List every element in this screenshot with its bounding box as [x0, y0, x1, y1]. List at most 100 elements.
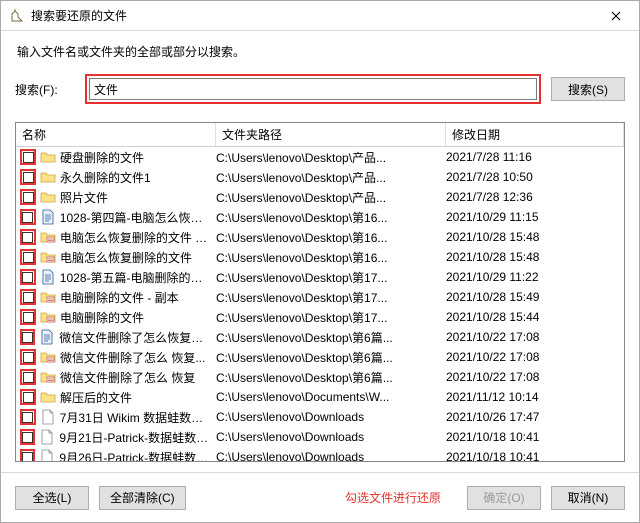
row-checkbox[interactable]	[22, 452, 33, 462]
cell-name: 照片文件	[16, 189, 216, 206]
row-checkbox-highlight	[20, 249, 36, 265]
cell-path: C:\Users\lenovo\Downloads	[216, 410, 446, 424]
cell-date: 2021/11/12 10:14	[446, 390, 624, 404]
row-checkbox-highlight	[20, 149, 36, 165]
table-row[interactable]: 微信文件删除了怎么恢复，2...C:\Users\lenovo\Desktop\…	[16, 327, 624, 347]
row-checkbox[interactable]	[23, 252, 34, 263]
table-row[interactable]: 照片文件 C:\Users\lenovo\Desktop\产品...2021/7/…	[16, 187, 624, 207]
row-checkbox-highlight	[20, 349, 36, 365]
file-name: 电脑怎么恢复删除的文件 - ...	[60, 229, 210, 246]
file-icon	[39, 449, 55, 461]
cell-date: 2021/10/26 17:47	[446, 410, 624, 424]
row-checkbox[interactable]	[23, 172, 34, 183]
row-checkbox[interactable]	[23, 372, 34, 383]
clear-all-button[interactable]: 全部清除(C)	[99, 486, 186, 510]
search-input[interactable]	[89, 78, 537, 100]
table-row[interactable]: 微信文件删除了怎么 恢复C:\Users\lenovo\Desktop\第6篇.…	[16, 367, 624, 387]
folder-icon	[40, 389, 56, 405]
cell-path: C:\Users\lenovo\Desktop\第17...	[216, 289, 446, 306]
results-list: 名称 文件夹路径 修改日期 硬盘删除的文件C:\Users\lenovo\Des…	[15, 122, 625, 462]
cell-date: 2021/10/22 17:08	[446, 370, 624, 384]
search-button[interactable]: 搜索(S)	[551, 77, 625, 101]
table-row[interactable]: 1028-第五篇-电脑删除的文...C:\Users\lenovo\Deskto…	[16, 267, 624, 287]
column-header-path[interactable]: 文件夹路径	[216, 123, 446, 146]
table-row[interactable]: 硬盘删除的文件C:\Users\lenovo\Desktop\产品...2021…	[16, 147, 624, 167]
table-row[interactable]: 9月21日-Patrick-数据蛙数据...C:\Users\lenovo\Do…	[16, 427, 624, 447]
folderex-icon	[40, 369, 56, 385]
cell-path: C:\Users\lenovo\Desktop\第6篇...	[216, 369, 446, 386]
cell-name: 解压后的文件	[16, 389, 216, 406]
cell-date: 2021/10/28 15:48	[446, 230, 624, 244]
cell-path: C:\Users\lenovo\Desktop\产品...	[216, 189, 446, 206]
cell-name: 1028-第四篇-电脑怎么恢复...	[16, 209, 216, 226]
row-checkbox-highlight	[20, 429, 35, 445]
cell-name: 电脑删除的文件	[16, 309, 216, 326]
cell-date: 2021/7/28 12:36	[446, 190, 624, 204]
row-checkbox[interactable]	[22, 232, 33, 243]
row-checkbox[interactable]	[22, 332, 33, 343]
row-checkbox[interactable]	[23, 392, 34, 403]
row-checkbox-highlight	[20, 329, 35, 345]
file-name: 硬盘删除的文件	[60, 149, 144, 166]
cell-name: 微信文件删除了怎么 恢复	[16, 369, 216, 386]
table-row[interactable]: 电脑怎么恢复删除的文件 - ... C:\Users\lenovo\Desktop…	[16, 227, 624, 247]
row-checkbox[interactable]	[23, 152, 34, 163]
cancel-button[interactable]: 取消(N)	[551, 486, 625, 510]
row-checkbox[interactable]	[23, 352, 34, 363]
row-checkbox-highlight	[20, 389, 36, 405]
table-row[interactable]: 9月26日-Patrick-数据蛙数据...C:\Users\lenovo\Do…	[16, 447, 624, 461]
select-all-button[interactable]: 全选(L)	[15, 486, 89, 510]
cell-date: 2021/10/28 15:49	[446, 290, 624, 304]
folder-icon	[40, 169, 56, 185]
table-row[interactable]: 微信文件删除了怎么 恢复...C:\Users\lenovo\Desktop\第…	[16, 347, 624, 367]
dialog-window: 搜索要还原的文件 输入文件名或文件夹的全部或部分以搜索。 搜索(F): 搜索(S…	[0, 0, 640, 523]
table-row[interactable]: 电脑删除的文件 - 副本C:\Users\lenovo\Desktop\第17.…	[16, 287, 624, 307]
cell-date: 2021/10/29 11:22	[446, 270, 624, 284]
file-name: 1028-第五篇-电脑删除的文...	[60, 269, 210, 286]
row-checkbox-highlight	[20, 269, 36, 285]
file-name: 照片文件	[60, 189, 108, 206]
restore-hint: 勾选文件进行还原	[345, 489, 441, 506]
table-row[interactable]: 7月31日 Wikim 数据蛙数据...C:\Users\lenovo\Down…	[16, 407, 624, 427]
row-checkbox-highlight	[20, 369, 36, 385]
file-name: 电脑怎么恢复删除的文件	[60, 249, 192, 266]
cell-path: C:\Users\lenovo\Desktop\第16...	[216, 229, 446, 246]
table-row[interactable]: 电脑删除的文件C:\Users\lenovo\Desktop\第17...202…	[16, 307, 624, 327]
row-checkbox-highlight	[20, 189, 36, 205]
search-label: 搜索(F):	[15, 81, 85, 98]
column-header-date[interactable]: 修改日期	[446, 123, 624, 146]
list-body[interactable]: 硬盘删除的文件C:\Users\lenovo\Desktop\产品...2021…	[16, 147, 624, 461]
file-name: 9月21日-Patrick-数据蛙数据...	[59, 429, 210, 446]
search-row: 搜索(F): 搜索(S)	[15, 74, 625, 104]
row-checkbox-highlight	[20, 309, 36, 325]
close-button[interactable]	[593, 1, 639, 31]
table-row[interactable]: 永久删除的文件1C:\Users\lenovo\Desktop\产品...202…	[16, 167, 624, 187]
file-name: 电脑删除的文件	[60, 309, 144, 326]
column-header-name[interactable]: 名称	[16, 123, 216, 146]
cell-path: C:\Users\lenovo\Desktop\产品...	[216, 169, 446, 186]
folderex-icon	[40, 309, 56, 325]
table-row[interactable]: 电脑怎么恢复删除的文件C:\Users\lenovo\Desktop\第16..…	[16, 247, 624, 267]
row-checkbox[interactable]	[22, 412, 33, 423]
file-name: 9月26日-Patrick-数据蛙数据...	[59, 449, 210, 462]
cell-date: 2021/10/18 10:41	[446, 450, 624, 461]
content-area: 输入文件名或文件夹的全部或部分以搜索。 搜索(F): 搜索(S) 名称 文件夹路…	[1, 31, 639, 462]
cell-name: 9月26日-Patrick-数据蛙数据...	[16, 449, 216, 462]
file-icon	[39, 429, 55, 445]
window-title: 搜索要还原的文件	[31, 7, 593, 24]
row-checkbox[interactable]	[22, 272, 33, 283]
cell-name: 9月21日-Patrick-数据蛙数据...	[16, 429, 216, 446]
row-checkbox[interactable]	[23, 292, 34, 303]
cell-name: 电脑怎么恢复删除的文件	[16, 249, 216, 266]
row-checkbox[interactable]	[22, 212, 33, 223]
doc-icon	[39, 329, 55, 345]
cell-path: C:\Users\lenovo\Desktop\第17...	[216, 309, 446, 326]
ok-button[interactable]: 确定(O)	[467, 486, 541, 510]
doc-icon	[40, 209, 56, 225]
row-checkbox[interactable]	[23, 312, 34, 323]
table-row[interactable]: 1028-第四篇-电脑怎么恢复...C:\Users\lenovo\Deskto…	[16, 207, 624, 227]
row-checkbox[interactable]	[22, 432, 33, 443]
row-checkbox[interactable]	[23, 192, 34, 203]
list-header: 名称 文件夹路径 修改日期	[16, 123, 624, 147]
table-row[interactable]: 解压后的文件C:\Users\lenovo\Documents\W...2021…	[16, 387, 624, 407]
